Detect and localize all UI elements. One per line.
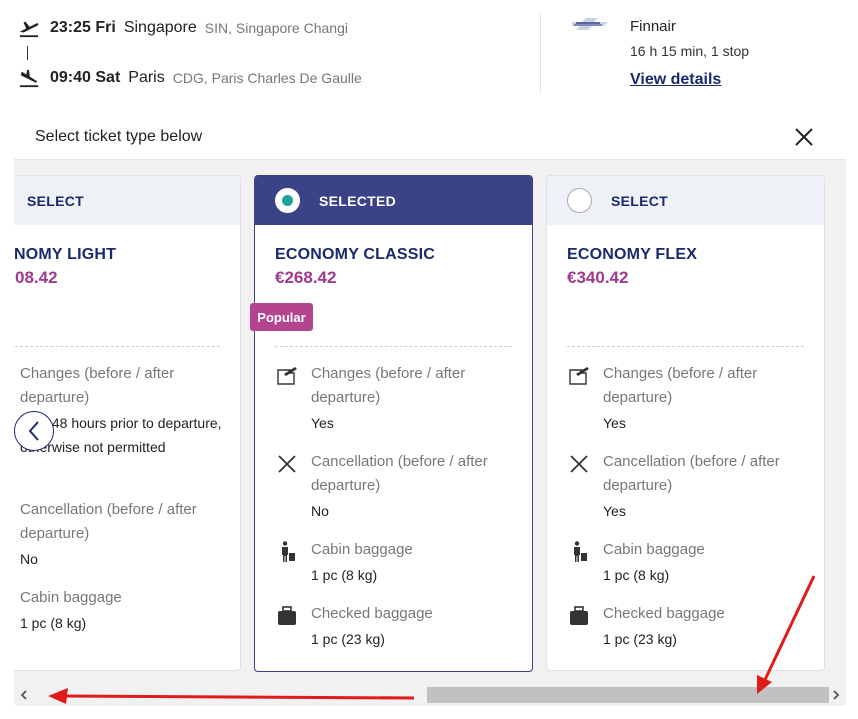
feature-value: 1 pc (23 kg)	[603, 631, 677, 647]
feature-checked-baggage: Checked baggage 1 pc (23 kg)	[567, 602, 807, 651]
feature-label: Cancellation (before / after departure)	[603, 453, 780, 494]
checked-baggage-icon	[570, 606, 588, 625]
feature-label: Cancellation (before / after departure)	[311, 453, 488, 494]
takeoff-icon	[19, 21, 39, 38]
fare-radio[interactable]	[567, 188, 592, 213]
feature-value: Yes	[603, 503, 626, 519]
card-header[interactable]: SELECT	[547, 176, 824, 225]
carousel-prev-button[interactable]	[14, 411, 54, 451]
scroll-right-icon[interactable]	[830, 688, 842, 702]
arrival-time: 09:40 Sat	[50, 69, 121, 86]
feature-changes: Changes (before / after departure) Until…	[20, 362, 230, 459]
changes-icon	[569, 367, 589, 385]
fare-price: 08.42	[15, 268, 58, 287]
fare-price: €340.42	[567, 268, 629, 287]
feature-label: Checked baggage	[311, 605, 433, 622]
panel-header: Select ticket type below	[14, 114, 846, 160]
select-label: SELECT	[27, 192, 85, 209]
header-divider	[540, 14, 541, 92]
fare-price: €268.42	[275, 268, 337, 287]
departure-row: 23:25 Fri Singapore SIN, Singapore Chang…	[18, 18, 348, 38]
card-divider	[15, 346, 220, 347]
feature-value: 1 pc (8 kg)	[603, 567, 670, 583]
fare-radio-selected[interactable]	[275, 188, 300, 213]
scrollbar-thumb[interactable]	[427, 687, 829, 703]
card-header[interactable]: SELECTED	[255, 176, 532, 225]
close-icon[interactable]	[792, 125, 816, 149]
feature-cabin-baggage: Cabin baggage 1 pc (8 kg)	[567, 538, 807, 587]
card-header[interactable]: SELECT	[14, 176, 240, 225]
changes-icon	[277, 367, 297, 385]
fare-card-economy-classic[interactable]: SELECTED ECONOMY CLASSIC €268.42 Changes…	[254, 175, 533, 672]
fare-card-economy-flex[interactable]: SELECT ECONOMY FLEX €340.42 Changes (bef…	[546, 175, 825, 671]
finnair-logo-icon	[572, 18, 608, 30]
feature-value: 1 pc (8 kg)	[20, 615, 87, 631]
feature-label: Changes (before / after departure)	[311, 365, 466, 406]
departure-airport: SIN, Singapore Changi	[204, 20, 348, 36]
departure-city: Singapore	[123, 19, 197, 36]
feature-value: 1 pc (8 kg)	[311, 567, 378, 583]
chevron-left-icon	[28, 421, 39, 441]
feature-cabin-baggage: Cabin baggage 1 pc (8 kg)	[20, 586, 230, 635]
select-label: SELECT	[611, 192, 669, 209]
fare-name: ECONOMY CLASSIC	[275, 246, 436, 263]
checked-baggage-icon	[278, 606, 296, 625]
feature-value: No	[20, 551, 38, 567]
feature-changes: Changes (before / after departure) Yes	[275, 362, 515, 435]
popular-badge: Popular	[250, 303, 313, 331]
feature-label: Cabin baggage	[20, 589, 122, 606]
ticket-type-panel: Select ticket type below SELECT NOMY LIG…	[14, 114, 846, 706]
feature-value: 1 pc (23 kg)	[311, 631, 385, 647]
feature-value: Yes	[311, 415, 334, 431]
feature-cancellation: Cancellation (before / after departure) …	[20, 498, 230, 571]
horizontal-scrollbar[interactable]	[14, 684, 846, 705]
feature-value: No	[311, 503, 329, 519]
departure-time: 23:25 Fri	[50, 19, 116, 36]
view-details-link[interactable]: View details	[630, 71, 721, 89]
feature-label: Changes (before / after departure)	[20, 365, 175, 406]
feature-value: Yes	[603, 415, 626, 431]
arrival-airport: CDG, Paris Charles De Gaulle	[172, 70, 362, 86]
selected-label: SELECTED	[319, 192, 397, 209]
fare-name: ECONOMY FLEX	[567, 246, 698, 263]
feature-changes: Changes (before / after departure) Yes	[567, 362, 807, 435]
feature-cancellation: Cancellation (before / after departure) …	[275, 450, 515, 523]
feature-label: Cabin baggage	[311, 541, 413, 558]
cancel-icon	[278, 455, 296, 473]
arrival-row: 09:40 Sat Paris CDG, Paris Charles De Ga…	[18, 68, 362, 88]
airline-name: Finnair	[630, 18, 676, 35]
feature-checked-baggage: Checked baggage 1 pc (23 kg)	[275, 602, 515, 651]
feature-label: Cancellation (before / after departure)	[20, 501, 197, 542]
panel-title: Select ticket type below	[35, 128, 203, 145]
scroll-left-icon[interactable]	[18, 688, 30, 702]
card-divider	[567, 346, 804, 347]
fare-name: NOMY LIGHT	[14, 246, 117, 263]
flight-duration: 16 h 15 min, 1 stop	[630, 43, 750, 59]
cabin-baggage-icon	[574, 541, 587, 562]
cancel-icon	[570, 455, 588, 473]
feature-label: Changes (before / after departure)	[603, 365, 758, 406]
feature-label: Checked baggage	[603, 605, 725, 622]
arrival-city: Paris	[128, 69, 165, 86]
landing-icon	[19, 69, 39, 88]
radio-dot	[282, 195, 293, 206]
route-line	[27, 46, 28, 60]
feature-label: Cabin baggage	[603, 541, 705, 558]
card-divider	[275, 346, 512, 347]
feature-cabin-baggage: Cabin baggage 1 pc (8 kg)	[275, 538, 515, 587]
cabin-baggage-icon	[282, 541, 295, 562]
feature-cancellation: Cancellation (before / after departure) …	[567, 450, 807, 523]
